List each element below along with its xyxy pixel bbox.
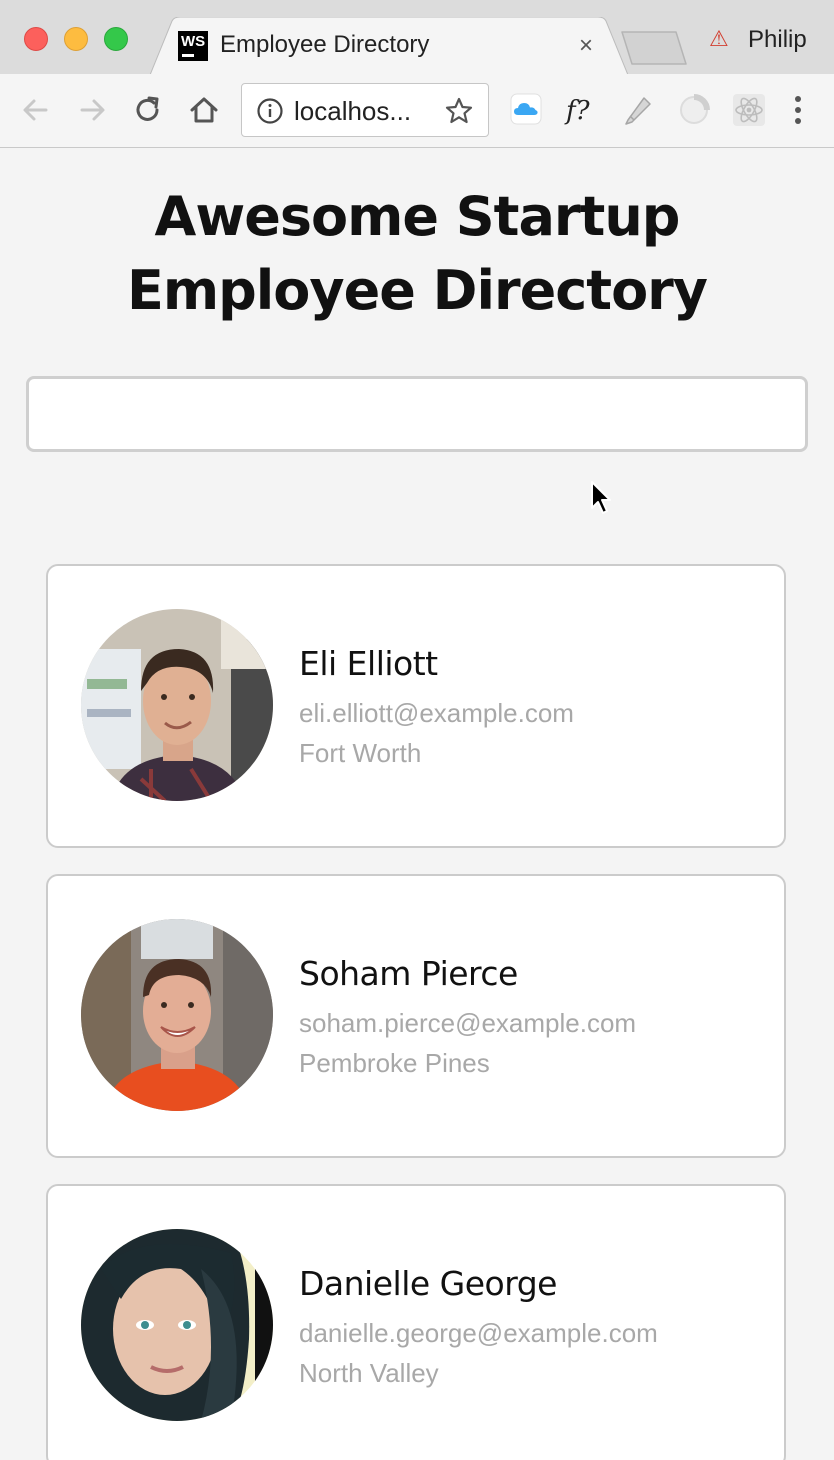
employee-card[interactable]: Soham Pierce soham.pierce@example.com Pe… [46, 874, 786, 1158]
reload-icon[interactable] [130, 92, 166, 128]
page-title: Awesome Startup Employee Directory [126, 185, 708, 322]
tab-close-icon[interactable]: × [574, 31, 598, 61]
employee-email: soham.pierce@example.com [299, 1008, 637, 1038]
avatar [81, 609, 273, 801]
highlighter-extension-icon[interactable] [620, 92, 656, 128]
mouse-cursor-icon [591, 481, 611, 514]
loading-extension-icon[interactable] [676, 92, 712, 128]
avatar [81, 919, 273, 1111]
employee-email: eli.elliott@example.com [299, 698, 574, 728]
employee-name: Danielle George [299, 1264, 557, 1303]
address-bar[interactable]: localhos... [241, 83, 489, 137]
employee-city: Pembroke Pines [299, 1048, 490, 1078]
arrow-left-icon[interactable] [18, 92, 54, 128]
minimize-window-button[interactable] [64, 27, 88, 51]
kebab-menu-icon[interactable] [788, 92, 808, 128]
webstorm-favicon-icon: WS [178, 31, 208, 61]
new-tab-button[interactable] [620, 30, 690, 66]
svg-text:f?: f? [564, 96, 591, 126]
maximize-window-button[interactable] [104, 27, 128, 51]
avatar [81, 1229, 273, 1421]
employee-card[interactable]: Danielle George danielle.george@example.… [46, 1184, 786, 1460]
employee-name: Eli Elliott [299, 644, 438, 683]
react-devtools-icon[interactable] [731, 92, 767, 128]
browser-titlebar: WS Employee Directory × ⚠ Philip [0, 0, 834, 75]
employee-city: North Valley [299, 1358, 439, 1388]
profile-name[interactable]: Philip [748, 26, 807, 54]
icloud-extension-icon[interactable] [510, 92, 542, 128]
star-icon[interactable] [444, 96, 474, 126]
tab-title: Employee Directory [220, 31, 430, 58]
url-text[interactable]: localhos... [294, 96, 411, 127]
home-icon[interactable] [186, 92, 222, 128]
close-window-button[interactable] [24, 27, 48, 51]
profile-sync-error-icon[interactable]: ⚠ [709, 26, 729, 52]
browser-tab[interactable]: WS Employee Directory × [150, 17, 628, 75]
employee-card[interactable]: Eli Elliott eli.elliott@example.com Fort… [46, 564, 786, 848]
arrow-right-icon[interactable] [74, 92, 110, 128]
employee-city: Fort Worth [299, 738, 422, 768]
employee-name: Soham Pierce [299, 954, 518, 993]
whatfont-extension-icon[interactable]: f? [564, 92, 600, 128]
search-input[interactable] [26, 376, 808, 452]
employee-email: danielle.george@example.com [299, 1318, 658, 1348]
info-icon[interactable] [256, 97, 284, 125]
